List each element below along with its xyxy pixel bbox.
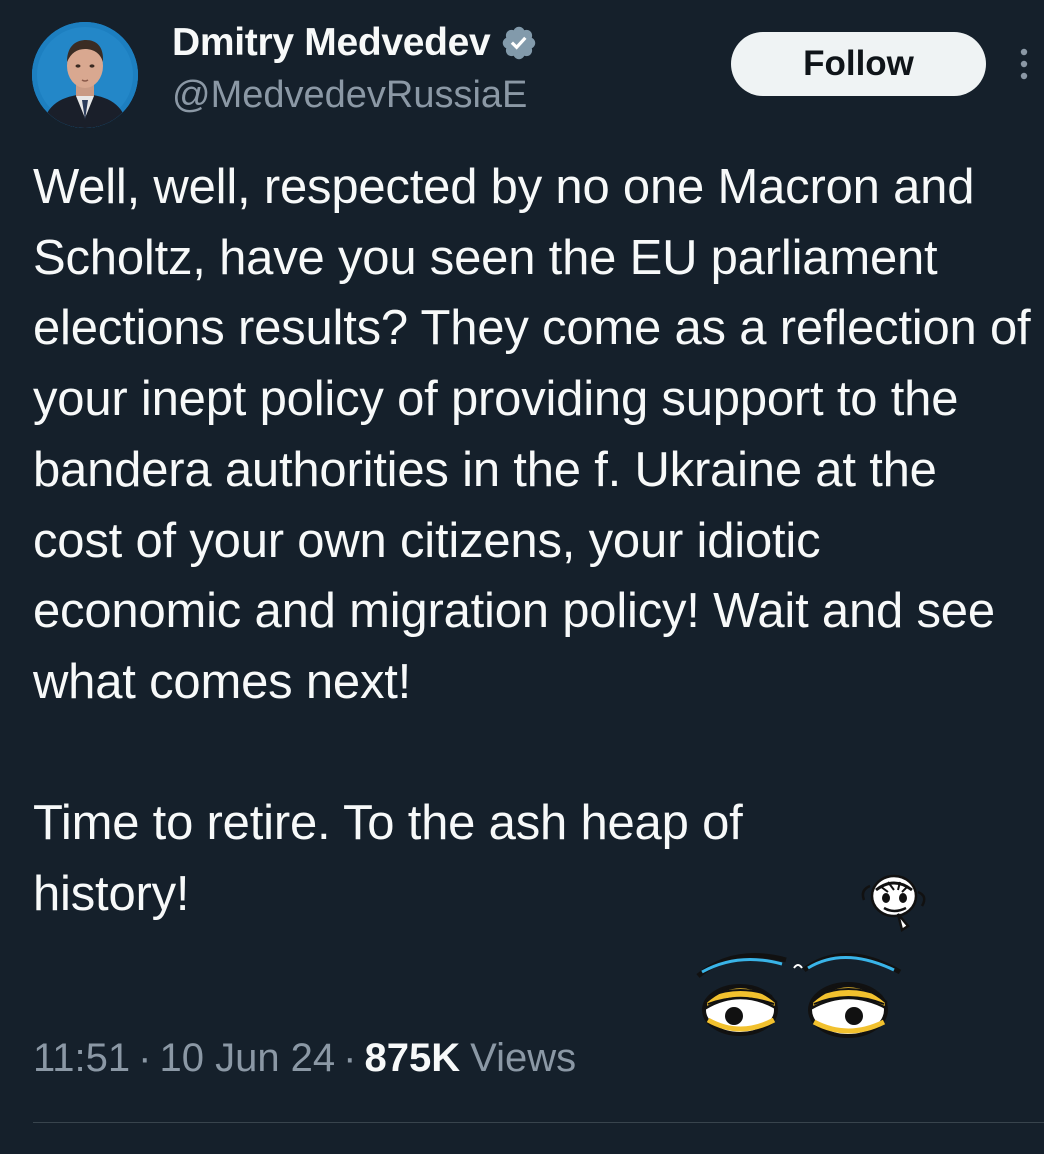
more-vertical-icon[interactable]: [1012, 44, 1036, 84]
tweet-date[interactable]: 10 Jun 24: [159, 1036, 335, 1081]
author-name-row: Dmitry Medvedev: [172, 18, 538, 68]
tweet-paragraph-1: Well, well, respected by no one Macron a…: [33, 160, 1044, 709]
profile-photo-icon: [32, 22, 138, 128]
divider: [33, 1122, 1044, 1123]
meta-separator: ·: [138, 1036, 152, 1080]
tweet-text: Well, well, respected by no one Macron a…: [33, 152, 1033, 930]
meta-separator: ·: [343, 1036, 357, 1080]
eyes-emoji-icon: [694, 942, 906, 1042]
follow-button[interactable]: Follow: [731, 32, 986, 96]
avatar[interactable]: [32, 22, 138, 128]
tweet-meta: 11:51 · 10 Jun 24 · 875K Views: [33, 1036, 576, 1081]
author-display-name[interactable]: Dmitry Medvedev: [172, 21, 491, 65]
views-count[interactable]: 875K: [365, 1036, 461, 1081]
tweet-paragraph-2: Time to retire. To the ash heap of histo…: [33, 796, 743, 922]
views-label: Views: [470, 1036, 577, 1080]
monkey-thinking-emoji-icon: [858, 870, 930, 942]
tweet-card: Dmitry Medvedev @MedvedevRussiaE Follow …: [0, 0, 1044, 1154]
author-handle[interactable]: @MedvedevRussiaE: [172, 74, 527, 117]
tweet-time[interactable]: 11:51: [33, 1036, 130, 1081]
verified-badge-icon: [500, 24, 538, 62]
